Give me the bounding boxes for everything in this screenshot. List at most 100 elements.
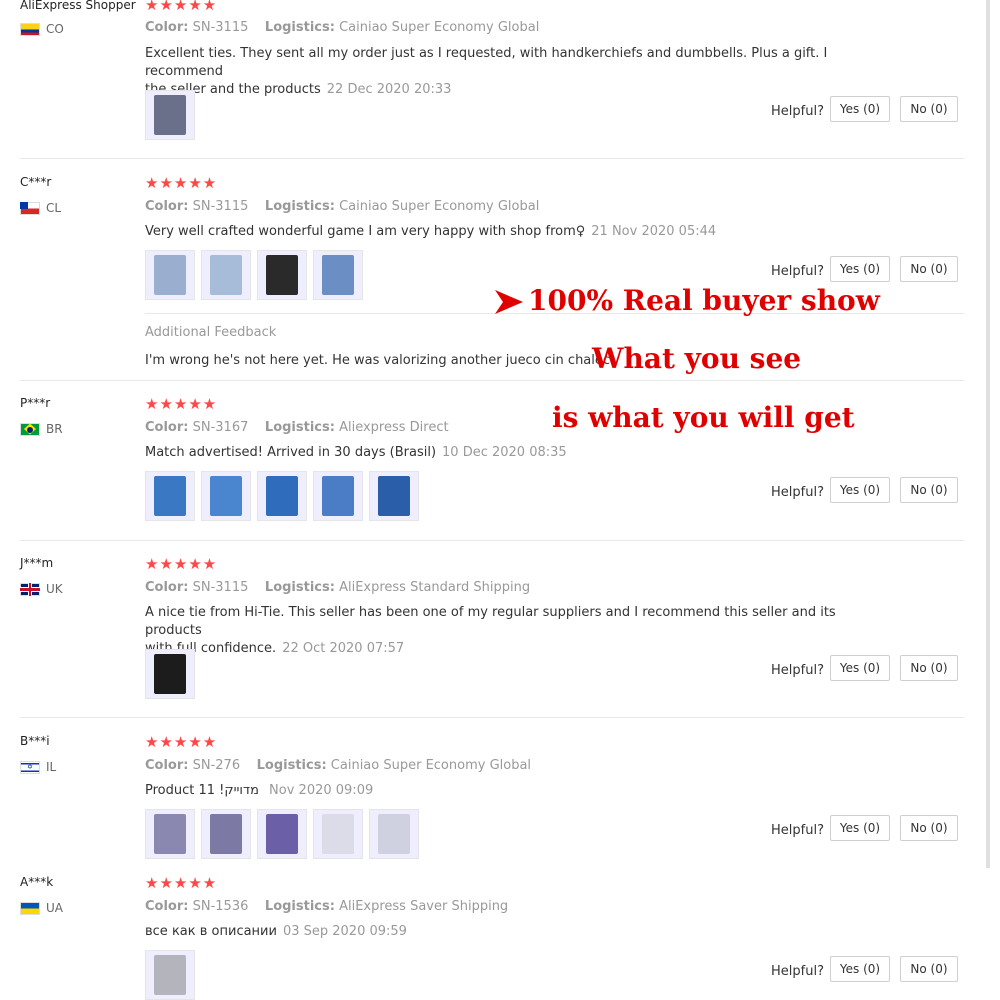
helpful-no-button[interactable]: No (0) [900,655,958,681]
review-photo-thumbnail[interactable] [257,471,307,521]
helpful-label: Helpful? [771,964,824,979]
review-text-line: A nice tie from Hi-Tie. This seller has … [145,605,836,638]
review-photo-thumbnail[interactable] [145,90,195,140]
review-photos [145,90,195,140]
review-photo-thumbnail[interactable] [313,471,363,521]
helpful-yes-button[interactable]: Yes (0) [830,96,890,122]
color-label: Color: [145,580,189,595]
review-photo-thumbnail[interactable] [145,950,195,1000]
helpful-no-button[interactable]: No (0) [900,477,958,503]
review-text: Excellent ties. They sent all my order j… [145,45,865,99]
review-photo-thumbnail[interactable] [369,471,419,521]
helpful-yes-button[interactable]: Yes (0) [830,655,890,681]
reviewer-country: UA [20,901,63,915]
review-photos [145,950,195,1000]
review-photo-thumbnail[interactable] [145,809,195,859]
logistics-value: Aliexpress Direct [339,420,449,435]
review-photo-thumbnail[interactable] [313,809,363,859]
color-label: Color: [145,899,189,914]
star-rating: ★★★★★ [145,395,218,413]
review-meta: Color: SN-276 Logistics: Cainiao Super E… [145,758,531,773]
promo-what-you-see: What you see [592,342,802,375]
helpful-yes-button[interactable]: Yes (0) [830,256,890,282]
logistics-label: Logistics: [264,199,335,214]
review-meta: Color: SN-3115 Logistics: AliExpress Sta… [145,580,530,595]
reviewer-name: AliExpress Shopper [20,0,136,12]
review-text-line: Match advertised! Arrived in 30 days (Br… [145,445,437,460]
review-photos [145,250,363,300]
helpful-label: Helpful? [771,823,824,838]
red-arrow-icon [495,290,523,314]
promo-real-buyer-show: 100% Real buyer show [528,284,880,317]
review-divider [20,158,964,159]
review-photo-thumbnail[interactable] [145,649,195,699]
promo-what-you-get: is what you will get [552,401,855,434]
review-date: 21 Nov 2020 05:44 [591,224,717,239]
reviewer-country: ✡ IL [20,760,56,774]
helpful-no-button[interactable]: No (0) [900,815,958,841]
review-text: все как в описании 03 Sep 2020 09:59 [145,923,865,941]
review-divider [20,717,964,718]
review-photos [145,471,419,521]
reviewer-country: CO [20,22,64,36]
brazil-flag-icon [20,422,40,436]
review-text-line: Excellent ties. They sent all my order j… [145,46,828,79]
ukraine-flag-icon [20,901,40,915]
helpful-yes-button[interactable]: Yes (0) [830,815,890,841]
helpful-no-button[interactable]: No (0) [900,956,958,982]
helpful-yes-button[interactable]: Yes (0) [830,477,890,503]
helpful-label: Helpful? [771,485,824,500]
helpful-no-button[interactable]: No (0) [900,96,958,122]
helpful-no-button[interactable]: No (0) [900,256,958,282]
logistics-value: Cainiao Super Economy Global [330,758,532,773]
review-text-line: все как в описании [145,924,277,939]
review-text: Very well crafted wonderful game I am ve… [145,223,865,241]
star-rating: ★★★★★ [145,0,218,14]
reviewer-country: BR [20,422,63,436]
review-divider [20,540,964,541]
helpful-label: Helpful? [771,264,824,279]
review-photo-thumbnail[interactable] [201,250,251,300]
star-rating: ★★★★★ [145,174,218,192]
reviewer-name: J***m [20,556,54,570]
reviewer-country: UK [20,582,63,596]
color-label: Color: [145,758,189,773]
color-value: SN-3167 [192,420,249,435]
review-divider [20,380,964,381]
reviewer-name: P***r [20,396,51,410]
review-meta: Color: SN-3115 Logistics: Cainiao Super … [145,20,539,35]
review-text-line: Very well crafted wonderful game I am ve… [145,224,586,239]
review-photo-thumbnail[interactable] [145,250,195,300]
country-code: UK [46,582,63,596]
color-value: SN-1536 [192,899,249,914]
logistics-value: Cainiao Super Economy Global [339,199,540,214]
review-text-line: Product 11 !מדוייק [145,783,259,798]
color-value: SN-3115 [192,20,249,35]
review-photo-thumbnail[interactable] [145,471,195,521]
review-photo-thumbnail[interactable] [257,250,307,300]
review-photo-thumbnail[interactable] [201,809,251,859]
logistics-label: Logistics: [264,899,335,914]
logistics-value: AliExpress Standard Shipping [339,580,531,595]
review-photo-thumbnail[interactable] [201,471,251,521]
country-code: IL [46,760,57,774]
scrollbar[interactable] [986,0,990,868]
star-rating: ★★★★★ [145,874,218,892]
color-label: Color: [145,199,189,214]
reviewer-name: B***i [20,734,50,748]
review-text: A nice tie from Hi-Tie. This seller has … [145,604,865,658]
logistics-value: AliExpress Saver Shipping [339,899,509,914]
logistics-label: Logistics: [256,758,327,773]
review-date: 03 Sep 2020 09:59 [282,924,407,939]
review-photo-thumbnail[interactable] [313,250,363,300]
review-photo-thumbnail[interactable] [369,809,419,859]
star-rating: ★★★★★ [145,733,218,751]
logistics-label: Logistics: [264,420,335,435]
colombia-flag-icon [20,22,40,36]
helpful-yes-button[interactable]: Yes (0) [830,956,890,982]
country-code: CL [46,201,62,215]
reviewer-name: A***k [20,875,54,889]
review-photo-thumbnail[interactable] [257,809,307,859]
helpful-label: Helpful? [771,663,824,678]
color-label: Color: [145,420,189,435]
